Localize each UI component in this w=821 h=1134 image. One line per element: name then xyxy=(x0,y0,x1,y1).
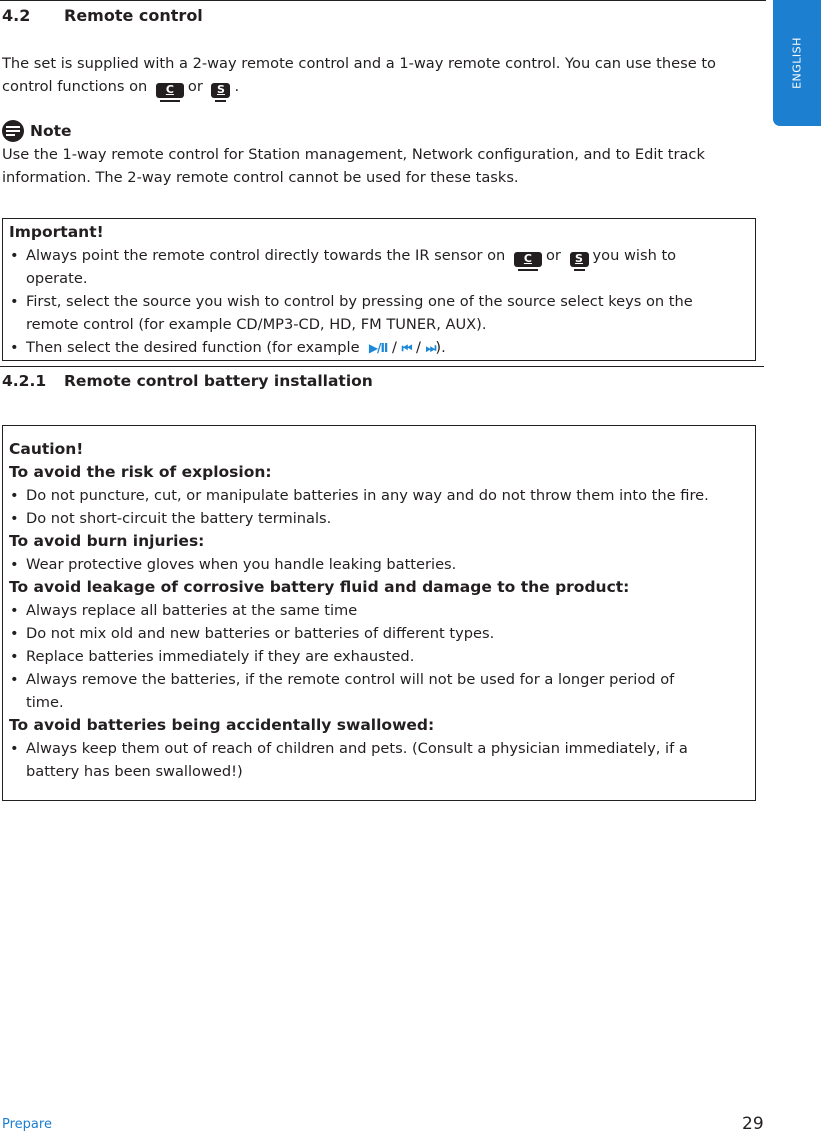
footer-section: Prepare xyxy=(2,1117,52,1132)
station-device-icon: S xyxy=(569,252,589,271)
caution-title: Caution! xyxy=(9,440,84,458)
important-bullet: First, select the source you wish to con… xyxy=(9,290,693,336)
intro-paragraph: The set is supplied with a 2-way remote … xyxy=(2,52,716,102)
caution-box: Caution! To avoid the risk of explosion:… xyxy=(2,425,756,801)
important-box: Important! Always point the remote contr… xyxy=(2,218,756,361)
language-tab: ENGLISH xyxy=(773,0,821,126)
caution-item: Do not puncture, cut, or manipulate batt… xyxy=(9,484,709,507)
note-heading: Note xyxy=(2,120,72,142)
previous-icon: ⏮ xyxy=(401,341,413,355)
caution-item: Do not short-circuit the battery termina… xyxy=(9,507,709,530)
subsection-title: Remote control battery installation xyxy=(64,372,373,390)
note-title: Note xyxy=(30,122,72,140)
caution-item: Replace batteries immediately if they ar… xyxy=(9,645,709,668)
language-label: ENGLISH xyxy=(790,37,804,89)
next-icon: ⏭ xyxy=(425,341,437,355)
important-bullet: Always point the remote control directly… xyxy=(9,244,693,290)
note-icon xyxy=(2,120,24,142)
play-pause-icon: ▶/II xyxy=(368,341,389,355)
caution-item: Wear protective gloves when you handle l… xyxy=(9,553,709,576)
important-bullet: Then select the desired function (for ex… xyxy=(9,336,693,360)
subsection-number: 4.2.1 xyxy=(2,372,47,390)
caution-group-heading: To avoid batteries being accidentally sw… xyxy=(9,716,435,734)
note-body: Use the 1-way remote control for Station… xyxy=(2,146,705,186)
station-device-icon: S xyxy=(211,83,231,102)
caution-group-heading: To avoid the risk of explosion: xyxy=(9,463,272,481)
subsection-rule xyxy=(0,366,764,367)
intro-line-2: control functions on Cor S. xyxy=(2,78,240,102)
section-heading: 4.2 Remote control xyxy=(2,6,203,25)
caution-group-heading: To avoid burn injuries: xyxy=(9,532,205,550)
top-rule xyxy=(0,0,766,1)
intro-line-1: The set is supplied with a 2-way remote … xyxy=(2,55,716,72)
caution-item: Do not mix old and new batteries or batt… xyxy=(9,622,709,645)
caution-group-heading: To avoid leakage of corrosive battery fl… xyxy=(9,578,630,596)
center-device-icon: C xyxy=(155,83,184,102)
caution-item: Always remove the batteries, if the remo… xyxy=(9,668,709,714)
subsection-heading: 4.2.1 Remote control battery installation xyxy=(2,372,373,390)
important-title: Important! xyxy=(9,223,104,241)
center-device-icon: C xyxy=(513,252,542,271)
page-number: 29 xyxy=(742,1114,764,1134)
caution-item: Always replace all batteries at the same… xyxy=(9,599,709,622)
section-number: 4.2 xyxy=(2,6,31,25)
section-title: Remote control xyxy=(64,6,203,25)
caution-item: Always keep them out of reach of childre… xyxy=(9,737,709,783)
